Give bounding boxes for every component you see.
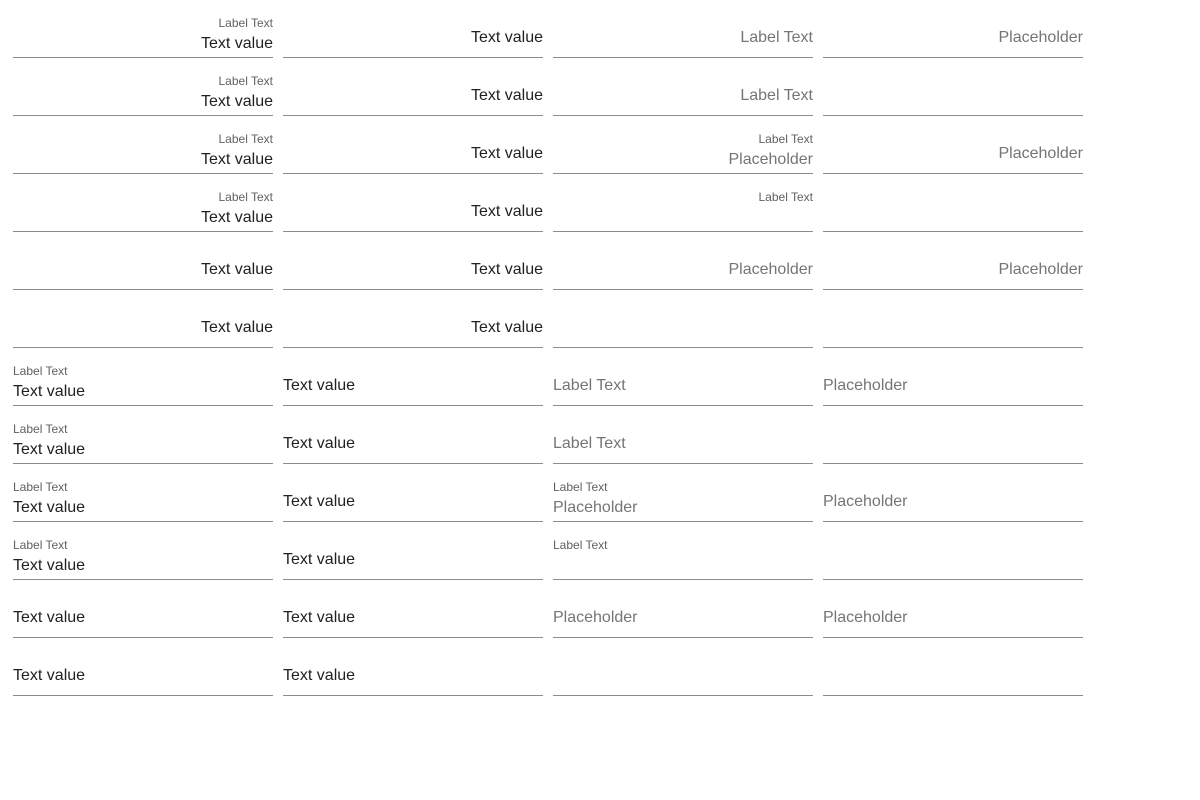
text-field[interactable]: Placeholder: [553, 232, 813, 290]
field-value: Text value: [283, 435, 356, 452]
text-field[interactable]: Placeholder: [823, 0, 1083, 58]
field-value: Text value: [13, 499, 86, 516]
field-value: Text value: [200, 261, 273, 278]
text-field[interactable]: [823, 174, 1083, 232]
field-label: Label Text: [218, 132, 274, 146]
text-field[interactable]: Text value: [283, 522, 543, 580]
text-field[interactable]: Label Text: [553, 522, 813, 580]
field-value: Text value: [283, 551, 356, 568]
text-field[interactable]: Text value: [283, 406, 543, 464]
field-value: Text value: [200, 209, 273, 226]
text-field[interactable]: [823, 638, 1083, 696]
field-value: Text value: [13, 383, 86, 400]
text-field[interactable]: Placeholder: [823, 464, 1083, 522]
field-hint: Placeholder: [728, 151, 814, 168]
text-field[interactable]: Text value: [283, 464, 543, 522]
field-hint: Label Text: [740, 29, 813, 46]
field-label: Label Text: [13, 364, 68, 378]
text-field[interactable]: Label Text Text value: [13, 0, 273, 58]
text-field[interactable]: Text value: [283, 290, 543, 348]
field-hint: Placeholder: [553, 609, 638, 626]
field-value: Text value: [200, 319, 273, 336]
field-value: Text value: [200, 93, 273, 110]
text-field[interactable]: Text value: [13, 232, 273, 290]
text-field[interactable]: Label Text Text value: [13, 522, 273, 580]
field-hint: Placeholder: [823, 609, 908, 626]
field-label: Label Text: [13, 422, 68, 436]
text-field[interactable]: [823, 406, 1083, 464]
field-label: Label Text: [553, 538, 608, 552]
text-field[interactable]: Text value: [283, 116, 543, 174]
text-field[interactable]: Placeholder: [823, 116, 1083, 174]
field-value: Text value: [200, 35, 273, 52]
field-value: Text value: [283, 493, 356, 510]
text-field-grid: Label Text Text value Text value Label Text…: [13, 0, 1083, 696]
field-value: Text value: [13, 667, 86, 684]
field-hint: Placeholder: [728, 261, 814, 278]
field-hint: Placeholder: [823, 493, 908, 510]
text-field[interactable]: Text value: [283, 0, 543, 58]
text-field[interactable]: Text value: [283, 348, 543, 406]
text-field[interactable]: Text value: [283, 580, 543, 638]
text-field[interactable]: Label Text: [553, 406, 813, 464]
field-label: Label Text: [218, 16, 274, 30]
field-hint: Placeholder: [823, 377, 908, 394]
field-hint: Placeholder: [998, 145, 1084, 162]
text-field[interactable]: Label Text Text value: [13, 174, 273, 232]
text-field[interactable]: Label Text Text value: [13, 406, 273, 464]
text-field[interactable]: Text value: [13, 290, 273, 348]
text-field[interactable]: Text value: [283, 58, 543, 116]
text-field[interactable]: Label Text Placeholder: [553, 116, 813, 174]
text-field[interactable]: Label Text Text value: [13, 464, 273, 522]
field-value: Text value: [283, 377, 356, 394]
text-field[interactable]: Placeholder: [823, 580, 1083, 638]
field-label: Label Text: [758, 132, 814, 146]
text-field[interactable]: Label Text Text value: [13, 58, 273, 116]
field-label: Label Text: [13, 480, 68, 494]
text-field[interactable]: Label Text Text value: [13, 116, 273, 174]
text-field[interactable]: Text value: [283, 638, 543, 696]
field-value: Text value: [470, 29, 543, 46]
field-label: Label Text: [218, 190, 274, 204]
field-value: Text value: [470, 319, 543, 336]
field-label: Label Text: [218, 74, 274, 88]
field-hint: Label Text: [553, 377, 626, 394]
field-hint: Label Text: [740, 87, 813, 104]
field-label: Label Text: [13, 538, 68, 552]
text-field[interactable]: Text value: [283, 174, 543, 232]
text-field[interactable]: Label Text: [553, 174, 813, 232]
text-field[interactable]: Label Text: [553, 58, 813, 116]
field-value: Text value: [470, 261, 543, 278]
field-label: Label Text: [758, 190, 814, 204]
text-field[interactable]: [553, 290, 813, 348]
field-value: Text value: [470, 203, 543, 220]
text-field[interactable]: [823, 58, 1083, 116]
field-hint: Placeholder: [553, 499, 638, 516]
field-value: Text value: [470, 145, 543, 162]
text-field[interactable]: Placeholder: [823, 232, 1083, 290]
field-hint: Label Text: [553, 435, 626, 452]
text-field[interactable]: [823, 290, 1083, 348]
field-label: Label Text: [553, 480, 608, 494]
field-value: Text value: [13, 441, 86, 458]
field-value: Text value: [283, 667, 356, 684]
text-field[interactable]: Text value: [283, 232, 543, 290]
text-field[interactable]: Text value: [13, 638, 273, 696]
field-value: Text value: [13, 609, 86, 626]
text-field[interactable]: Label Text Text value: [13, 348, 273, 406]
text-field[interactable]: [823, 522, 1083, 580]
field-value: Text value: [200, 151, 273, 168]
text-field[interactable]: Label Text: [553, 0, 813, 58]
text-field[interactable]: Label Text: [553, 348, 813, 406]
field-value: Text value: [283, 609, 356, 626]
field-hint: Placeholder: [998, 261, 1084, 278]
text-field[interactable]: Label Text Placeholder: [553, 464, 813, 522]
text-field[interactable]: [553, 638, 813, 696]
field-value: Text value: [470, 87, 543, 104]
field-hint: Placeholder: [998, 29, 1084, 46]
text-field[interactable]: Text value: [13, 580, 273, 638]
text-field[interactable]: Placeholder: [553, 580, 813, 638]
text-field[interactable]: Placeholder: [823, 348, 1083, 406]
field-value: Text value: [13, 557, 86, 574]
